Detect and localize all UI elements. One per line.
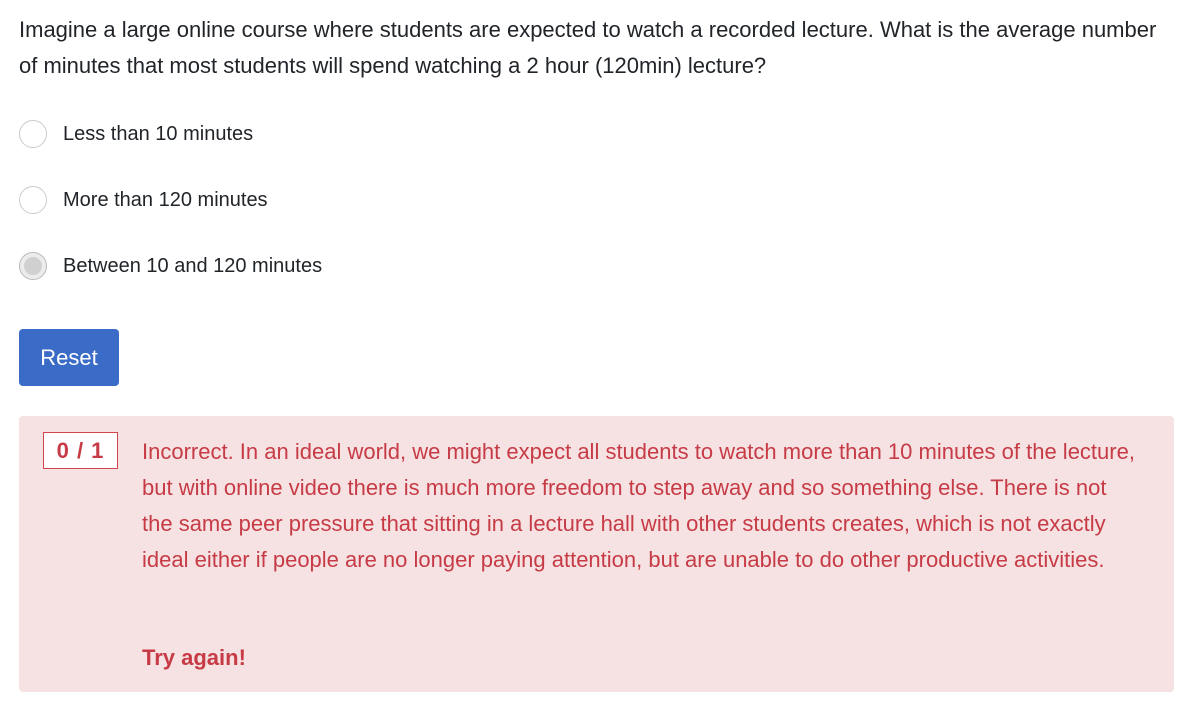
option-label: Between 10 and 120 minutes [63, 254, 323, 277]
option-between-10-and-120[interactable]: Between 10 and 120 minutes [19, 248, 619, 284]
feedback-message: Incorrect. In an ideal world, we might e… [142, 439, 1135, 572]
option-label: More than 120 minutes [63, 188, 268, 211]
answer-options: Less than 10 minutes More than 120 minut… [19, 116, 619, 314]
score-badge: 0 / 1 [43, 432, 118, 469]
radio-less-than-10[interactable] [19, 120, 47, 148]
option-more-than-120[interactable]: More than 120 minutes [19, 182, 619, 218]
option-less-than-10[interactable]: Less than 10 minutes [19, 116, 619, 152]
radio-more-than-120[interactable] [19, 186, 47, 214]
feedback-panel: 0 / 1 Incorrect. In an ideal world, we m… [19, 416, 1174, 692]
reset-button[interactable]: Reset [19, 329, 119, 386]
radio-selected-dot [24, 257, 42, 275]
question-text: Imagine a large online course where stud… [19, 17, 1157, 78]
try-again-text: Try again! [142, 645, 246, 670]
radio-between-10-and-120[interactable] [19, 252, 47, 280]
option-label: Less than 10 minutes [63, 122, 254, 145]
